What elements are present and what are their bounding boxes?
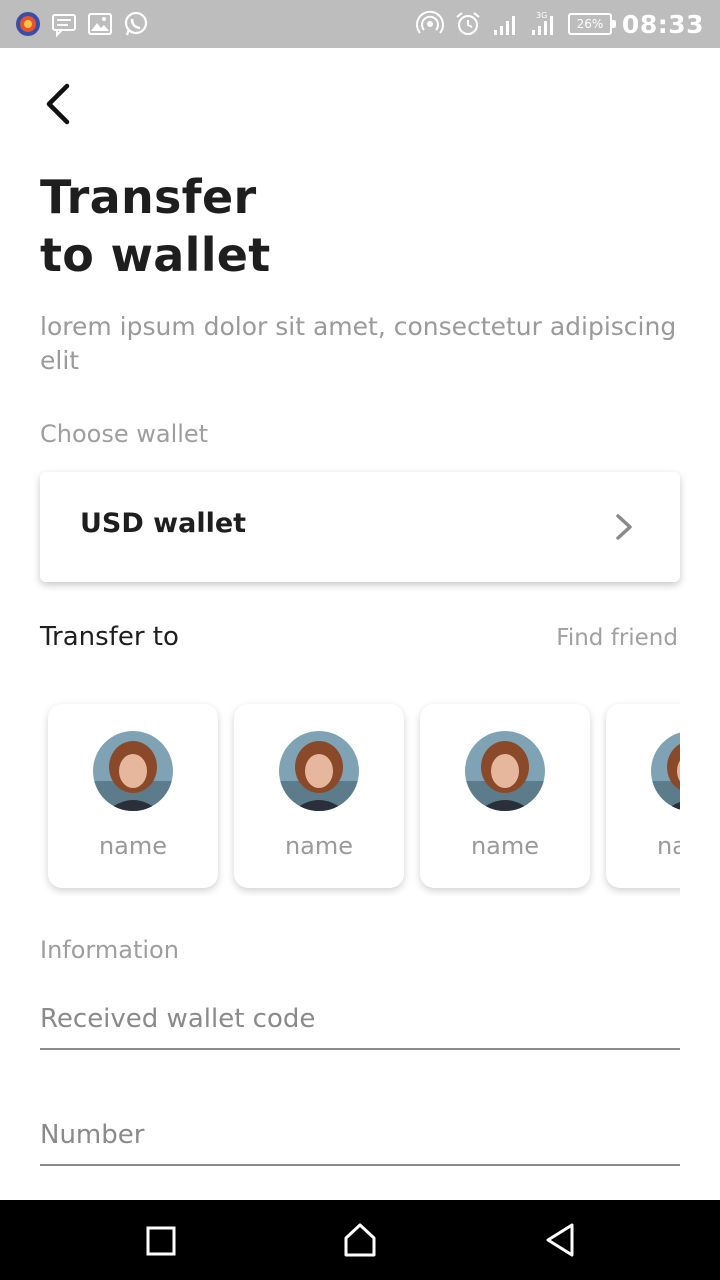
friend-name: name (98, 832, 168, 860)
friend-card[interactable]: name (606, 704, 680, 888)
transfer-to-heading: Transfer to (40, 622, 179, 652)
friend-name: name (656, 832, 680, 860)
home-button[interactable] (338, 1218, 382, 1262)
message-icon (50, 10, 78, 38)
avatar (465, 731, 545, 811)
friend-card[interactable]: name (420, 704, 590, 888)
page-title-line-1: Transfer (40, 170, 257, 224)
browser-app-icon (14, 10, 42, 38)
status-bar: 3G 26% 08:33 (0, 0, 720, 48)
status-clock: 08:33 (621, 9, 704, 39)
back-triangle-icon (546, 1223, 574, 1257)
wallet-code-field[interactable] (40, 990, 680, 1050)
navigation-bar (0, 1200, 720, 1280)
chevron-right-icon (616, 514, 632, 540)
whatsapp-icon (122, 10, 150, 38)
page-title-line-2: to wallet (40, 228, 271, 282)
friends-carousel[interactable]: name name name name (40, 690, 680, 896)
avatar (651, 731, 680, 811)
friend-name: name (284, 832, 354, 860)
information-label: Information (40, 936, 179, 964)
signal-icon (492, 10, 520, 38)
friend-card[interactable]: name (48, 704, 218, 888)
back-nav-button[interactable] (538, 1218, 582, 1262)
battery-indicator: 26% (567, 13, 616, 35)
gallery-icon (86, 10, 114, 38)
friend-name: name (470, 832, 540, 860)
avatar (279, 731, 359, 811)
avatar (93, 731, 173, 811)
number-field[interactable] (40, 1106, 680, 1166)
wallet-selector[interactable]: USD wallet (40, 472, 680, 582)
svg-text:3G: 3G (536, 11, 547, 20)
friend-card[interactable]: name (234, 704, 404, 888)
wallet-code-input[interactable] (40, 990, 680, 1048)
home-icon (344, 1223, 376, 1257)
chevron-left-icon (46, 83, 70, 125)
recents-button[interactable] (138, 1218, 182, 1262)
number-input[interactable] (40, 1106, 680, 1164)
alarm-icon (454, 10, 482, 38)
status-bar-notifications (14, 10, 150, 38)
page-title: Transfer to wallet (40, 168, 680, 284)
back-button[interactable] (36, 80, 80, 128)
choose-wallet-label: Choose wallet (40, 420, 209, 448)
status-bar-system: 3G 26% 08:33 (415, 8, 704, 40)
recents-icon (146, 1226, 176, 1256)
selected-wallet-name: USD wallet (80, 508, 247, 539)
find-friend-link[interactable]: Find friend (556, 625, 678, 651)
hotspot-icon (415, 10, 444, 38)
page-subtitle: lorem ipsum dolor sit amet, consectetur … (40, 312, 677, 375)
signal-3g-icon: 3G (530, 10, 558, 38)
